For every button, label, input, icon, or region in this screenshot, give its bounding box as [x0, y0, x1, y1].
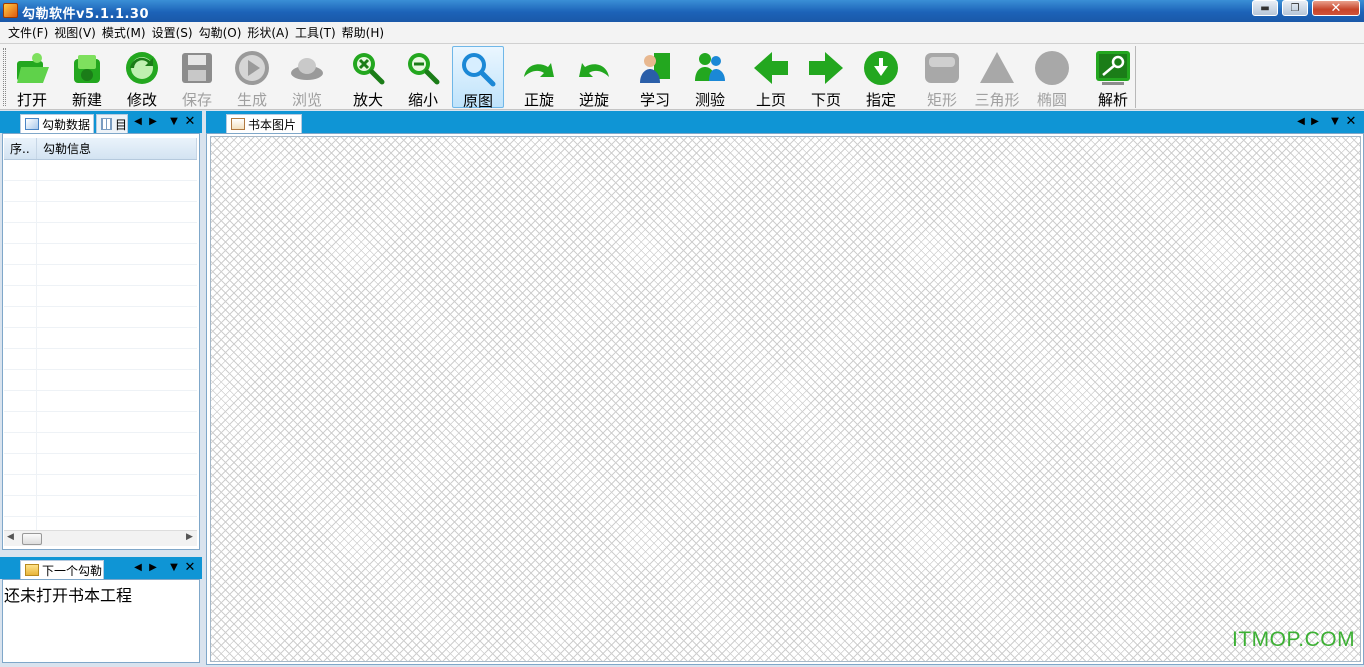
panel-close-icon[interactable]: ✕	[1344, 115, 1358, 129]
folder-open-icon	[17, 53, 49, 83]
arrow-right-icon	[809, 52, 843, 84]
restore-icon: ❐	[1290, 2, 1300, 14]
rotate-cw-icon	[524, 63, 554, 77]
triangle-button[interactable]: 三角形	[971, 46, 1023, 109]
zoom-in-icon	[353, 53, 385, 85]
menu-shape[interactable]: 形状(A)	[247, 24, 289, 41]
play-icon	[235, 51, 269, 85]
specify-button[interactable]: 指定	[855, 46, 907, 109]
prev-page-button[interactable]: 上页	[745, 46, 797, 109]
arrow-down-circle-icon	[864, 51, 898, 85]
arrow-left-icon	[754, 52, 788, 84]
new-file-icon	[74, 55, 100, 83]
menu-help[interactable]: 帮助(H)	[342, 24, 384, 41]
restore-button[interactable]: ❐	[1282, 0, 1308, 16]
ellipse-icon	[1035, 51, 1069, 85]
tab-next-outline[interactable]: 下一个勾勒	[20, 560, 104, 579]
watermark: ITMOP.COM	[1232, 628, 1356, 651]
table-grid-icon	[101, 118, 112, 130]
tab-catalog[interactable]: 目	[96, 114, 128, 133]
parse-button[interactable]: 解析	[1087, 46, 1139, 109]
scroll-left-icon[interactable]: ◀	[7, 532, 14, 542]
modify-button[interactable]: 修改	[116, 46, 168, 109]
rotate-cw-button[interactable]: 正旋	[513, 46, 565, 109]
rotate-ccw-button[interactable]: 逆旋	[568, 46, 620, 109]
panel-close-icon[interactable]: ✕	[183, 561, 197, 575]
ellipse-button[interactable]: 椭圆	[1026, 46, 1078, 109]
parse-key-icon	[1096, 51, 1130, 85]
generate-button[interactable]: 生成	[226, 46, 278, 109]
minimize-icon: ▬	[1260, 2, 1270, 14]
next-page-button[interactable]: 下页	[800, 46, 852, 109]
tab-scroll-left-icon[interactable]: ◀	[1294, 115, 1308, 129]
panel-close-icon[interactable]: ✕	[183, 115, 197, 129]
panel-dropdown-icon[interactable]: ▼	[167, 115, 181, 129]
tab-outline-data[interactable]: 勾勒数据	[20, 114, 94, 133]
new-button[interactable]: 新建	[61, 46, 113, 109]
zoom-out-icon	[408, 53, 440, 85]
tab-book-image[interactable]: 书本图片	[226, 114, 302, 133]
tab-scroll-right-icon[interactable]: ▶	[146, 115, 160, 129]
save-button[interactable]: 保存	[171, 46, 223, 109]
open-button[interactable]: 打开	[6, 46, 58, 109]
learn-button[interactable]: 学习	[629, 46, 681, 109]
close-button[interactable]: ✕	[1312, 0, 1360, 16]
browse-icon	[291, 58, 323, 80]
close-icon: ✕	[1330, 0, 1342, 16]
toolbar-end-separator	[1135, 46, 1136, 108]
browse-button[interactable]: 浏览	[281, 46, 333, 109]
toolbar: 打开 新建 修改 保存 生成 浏览 放大 缩小 原图 正旋 逆旋 学习 测验 上…	[0, 44, 1364, 110]
horizontal-scrollbar[interactable]: ◀ ▶	[4, 530, 197, 546]
tab-scroll-right-icon[interactable]: ▶	[1308, 115, 1322, 129]
panel-dropdown-icon[interactable]: ▼	[1328, 115, 1342, 129]
minimize-button[interactable]: ▬	[1252, 0, 1278, 16]
book-image-canvas[interactable]	[210, 136, 1361, 662]
tab-scroll-right-icon[interactable]: ▶	[146, 561, 160, 575]
menu-bar: 文件(F) 视图(V) 模式(M) 设置(S) 勾勒(O) 形状(A) 工具(T…	[0, 22, 1364, 44]
main-panel-tabstrip: 书本图片 ◀ ▶ ▼ ✕	[206, 111, 1364, 133]
test-button[interactable]: 测验	[684, 46, 736, 109]
menu-tools[interactable]: 工具(T)	[295, 24, 336, 41]
envelope-icon	[25, 118, 39, 130]
window-title: 勾勒软件v5.1.1.30	[22, 7, 150, 22]
left-panel-tabstrip: 勾勒数据 目 ◀ ▶ ▼ ✕	[0, 111, 202, 133]
app-icon	[3, 3, 18, 18]
triangle-icon	[980, 52, 1014, 83]
zoom-out-button[interactable]: 缩小	[397, 46, 449, 109]
outline-grid-body[interactable]	[4, 160, 197, 530]
tab-scroll-left-icon[interactable]: ◀	[131, 115, 145, 129]
folder-icon	[25, 564, 39, 576]
menu-settings[interactable]: 设置(S)	[152, 24, 193, 41]
learn-user-icon	[640, 53, 670, 83]
menu-view[interactable]: 视图(V)	[54, 24, 96, 41]
rotate-ccw-icon	[579, 63, 609, 77]
original-size-button[interactable]: 原图	[452, 46, 504, 110]
scrollbar-thumb[interactable]	[22, 533, 42, 545]
menu-file[interactable]: 文件(F)	[8, 24, 48, 41]
refresh-edit-icon	[126, 52, 158, 84]
notepad-icon	[231, 118, 245, 130]
zoom-in-button[interactable]: 放大	[342, 46, 394, 109]
original-size-icon	[462, 53, 496, 87]
rectangle-button[interactable]: 矩形	[916, 46, 968, 109]
test-users-icon	[695, 53, 725, 81]
save-disk-icon	[182, 53, 212, 83]
next-panel-tabstrip: 下一个勾勒 ◀ ▶ ▼ ✕	[0, 557, 202, 579]
column-header-outline-info[interactable]: 勾勒信息	[37, 138, 197, 159]
outline-grid-header: 序.. 勾勒信息	[4, 138, 197, 160]
scroll-right-icon[interactable]: ▶	[186, 532, 193, 542]
panel-dropdown-icon[interactable]: ▼	[167, 561, 181, 575]
menu-outline[interactable]: 勾勒(O)	[199, 24, 242, 41]
menu-mode[interactable]: 模式(M)	[102, 24, 146, 41]
tab-scroll-left-icon[interactable]: ◀	[131, 561, 145, 575]
title-bar: 勾勒软件v5.1.1.30 ▬ ❐ ✕	[0, 0, 1364, 22]
next-outline-status: 还未打开书本工程	[4, 586, 133, 605]
column-header-index[interactable]: 序..	[4, 138, 37, 159]
rectangle-icon	[925, 53, 959, 83]
